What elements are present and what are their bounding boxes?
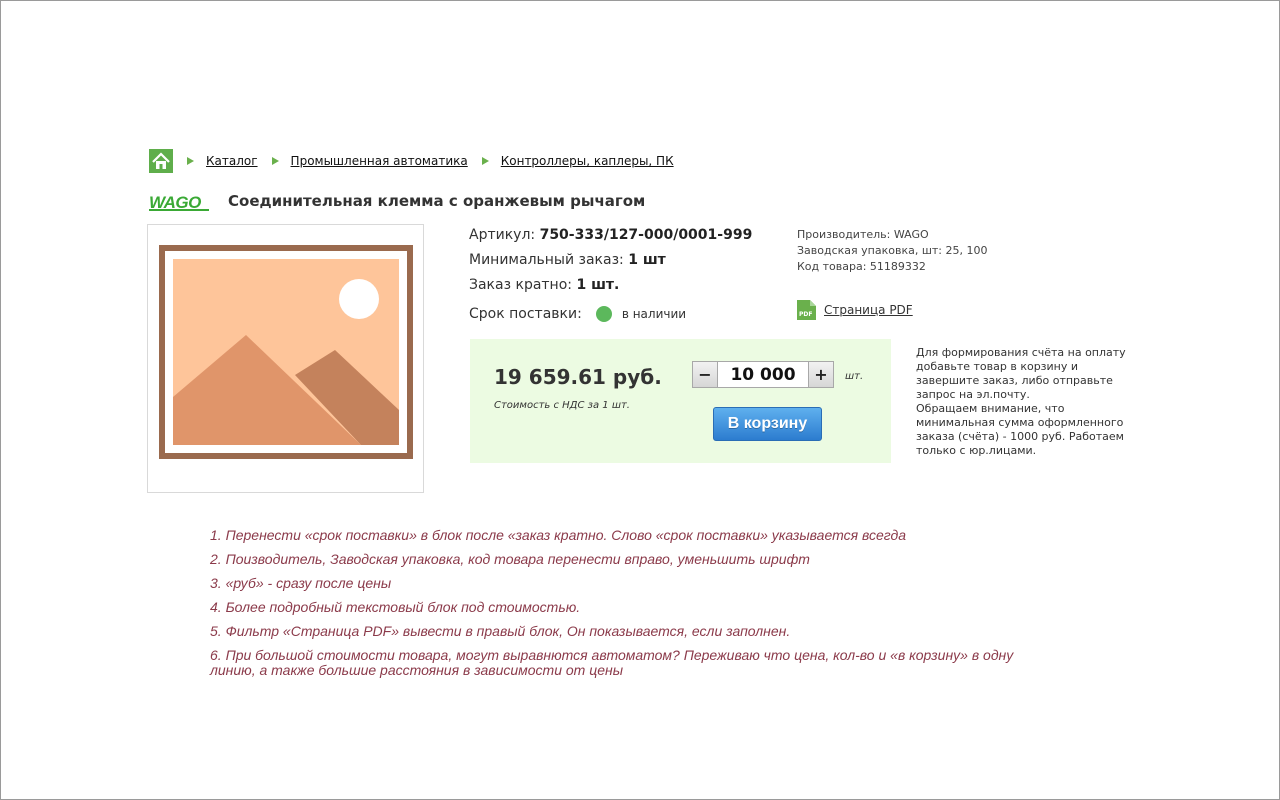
- quantity-unit: шт.: [845, 371, 864, 382]
- quantity-input[interactable]: [718, 361, 808, 388]
- increase-quantity-button[interactable]: +: [808, 361, 834, 388]
- article-label: Артикул:: [469, 227, 536, 243]
- breadcrumb-arrow-icon: [187, 157, 194, 165]
- list-item: 3. «руб» - сразу после цены: [210, 575, 392, 591]
- manufacturer-text: Производитель: WAGO: [797, 228, 929, 241]
- pdf-link-group[interactable]: PDF Страница PDF: [797, 300, 913, 320]
- product-info: Артикул: 750-333/127-000/0001-999 Минима…: [469, 226, 752, 326]
- list-item: 4. Более подробный текстовый блок под ст…: [210, 599, 581, 615]
- list-item: 5. Фильтр «Страница PDF» вывести в правы…: [210, 623, 791, 639]
- decrease-quantity-button[interactable]: −: [692, 361, 718, 388]
- price-value: 19 659.61 руб.: [494, 365, 662, 389]
- product-meta: Производитель: WAGO Заводская упаковка, …: [797, 227, 988, 275]
- breadcrumb: Каталог Промышленная автоматика Контролл…: [149, 149, 674, 173]
- article-row: Артикул: 750-333/127-000/0001-999: [469, 226, 752, 251]
- svg-text:PDF: PDF: [799, 311, 812, 318]
- breadcrumb-catalog-link[interactable]: Каталог: [206, 154, 258, 168]
- delivery-row: Срок поставки: в наличии: [469, 301, 752, 326]
- order-multiple-label: Заказ кратно:: [469, 277, 572, 293]
- pdf-icon: PDF: [797, 300, 816, 320]
- order-multiple-row: Заказ кратно: 1 шт.: [469, 276, 752, 301]
- article-value: 750-333/127-000/0001-999: [539, 227, 753, 243]
- delivery-status: в наличии: [621, 306, 687, 321]
- home-icon[interactable]: [149, 149, 173, 173]
- list-item: 2. Поизводитель, Заводская упаковка, код…: [210, 551, 810, 567]
- order-info-note: Для формирования счёта на оплату добавьт…: [916, 346, 1126, 457]
- brand-logo: WAGO: [149, 193, 209, 211]
- in-stock-status-icon: [595, 305, 612, 322]
- delivery-label: Срок поставки:: [469, 305, 582, 322]
- order-multiple-value: 1 шт.: [576, 277, 620, 293]
- add-to-cart-button[interactable]: В корзину: [713, 407, 822, 441]
- min-order-row: Минимальный заказ: 1 шт: [469, 251, 752, 276]
- image-placeholder-icon: [159, 245, 413, 459]
- product-code-text: Код товара: 51189332: [797, 260, 926, 273]
- breadcrumb-arrow-icon: [481, 157, 489, 165]
- min-order-value: 1 шт: [628, 252, 666, 268]
- list-item: 1. Перенести «срок поставки» в блок посл…: [210, 527, 907, 543]
- quantity-stepper: − +: [692, 361, 834, 388]
- breadcrumb-controllers-link[interactable]: Контроллеры, каплеры, ПК: [501, 154, 674, 168]
- min-order-label: Минимальный заказ:: [469, 252, 624, 268]
- review-notes-list: 1. Перенести «срок поставки» в блок посл…: [210, 528, 1060, 687]
- breadcrumb-arrow-icon: [271, 157, 279, 165]
- breadcrumb-industrial-automation-link[interactable]: Промышленная автоматика: [291, 154, 468, 168]
- packaging-text: Заводская упаковка, шт: 25, 100: [797, 244, 988, 257]
- price-note: Стоимость с НДС за 1 шт.: [494, 400, 630, 411]
- product-title: Соединительная клемма с оранжевым рычаго…: [228, 192, 646, 210]
- price-block: 19 659.61 руб. Стоимость с НДС за 1 шт. …: [470, 339, 891, 463]
- svg-text:WAGO: WAGO: [149, 193, 201, 211]
- pdf-page-link[interactable]: Страница PDF: [824, 303, 913, 317]
- list-item: 6. При большой стоимости товара, могут в…: [210, 647, 1014, 678]
- product-image[interactable]: [147, 224, 424, 493]
